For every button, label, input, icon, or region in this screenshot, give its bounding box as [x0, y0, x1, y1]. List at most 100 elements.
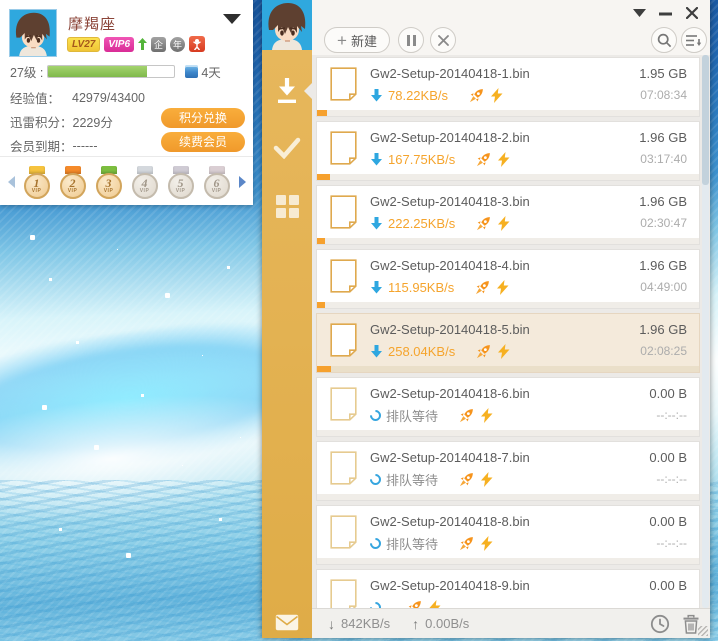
boost-icons	[476, 215, 510, 231]
scrollbar-thumb[interactable]	[702, 55, 709, 185]
progress-bar	[317, 302, 699, 308]
file-icon	[330, 67, 357, 101]
down-arrow-icon	[370, 344, 383, 358]
new-task-button[interactable]: + 新建	[324, 27, 390, 53]
progress-bar	[317, 430, 699, 436]
speedup-rocket-icon[interactable]	[476, 152, 491, 167]
history-clock-button[interactable]	[650, 614, 670, 634]
lightning-icon[interactable]	[481, 535, 493, 551]
download-status-line: 排队等待	[367, 534, 493, 552]
down-arrow-icon	[370, 216, 383, 230]
lightning-icon[interactable]	[491, 87, 503, 103]
speedup-rocket-icon[interactable]	[459, 472, 474, 487]
speedup-rocket-icon[interactable]	[407, 600, 422, 608]
window-close-icon[interactable]	[685, 6, 699, 20]
resize-grip[interactable]	[698, 626, 708, 636]
download-eta: 02:08:25	[640, 344, 687, 358]
pause-icon	[406, 34, 416, 46]
lightning-icon[interactable]	[497, 279, 509, 295]
progress-bar	[317, 494, 699, 500]
progress-bar	[317, 558, 699, 564]
download-size: 0.00 B	[649, 386, 687, 401]
boost-icons	[407, 599, 441, 608]
messages-button[interactable]	[262, 614, 312, 631]
speedup-rocket-icon[interactable]	[469, 88, 484, 103]
total-upload-speed: 0.00B/s	[425, 616, 470, 631]
renew-membership-button[interactable]: 续费会员	[161, 132, 245, 152]
lightning-icon[interactable]	[498, 151, 510, 167]
app-user-avatar[interactable]	[262, 0, 312, 50]
download-speed: 115.95KB/s	[388, 279, 455, 295]
vip-medal-1[interactable]: 1 VIP	[22, 165, 52, 199]
user-avatar[interactable]	[9, 9, 57, 57]
download-row[interactable]: Gw2-Setup-20140418-1.bin 1.95 GB 07:08:3…	[316, 57, 700, 117]
desktop-background: 摩羯座 LV27 VIP6 企 年 27级 : 4天 经验值： 42979/43…	[0, 0, 718, 641]
download-size: 1.95 GB	[639, 66, 687, 81]
waiting-spinner-icon	[367, 535, 384, 551]
vip-medal-4[interactable]: 4 VIP	[130, 165, 160, 199]
vip-medal-6[interactable]: 6 VIP	[202, 165, 232, 199]
boost-icons	[459, 407, 493, 423]
download-name: Gw2-Setup-20140418-1.bin	[370, 66, 530, 81]
sort-button[interactable]	[681, 27, 707, 53]
vip-badge[interactable]: VIP6	[104, 36, 135, 52]
points-row: 迅雷积分： 2229分	[10, 112, 113, 131]
download-row[interactable]: Gw2-Setup-20140418-6.bin 0.00 B --:--:--…	[316, 377, 700, 437]
download-row[interactable]: Gw2-Setup-20140418-7.bin 0.00 B --:--:--…	[316, 441, 700, 501]
download-arrow-icon	[278, 77, 296, 103]
avatar-image	[262, 0, 312, 50]
profile-dropdown-caret-icon[interactable]	[223, 14, 241, 24]
download-row[interactable]: Gw2-Setup-20140418-8.bin 0.00 B --:--:--…	[316, 505, 700, 565]
vip-medal-3[interactable]: 3 VIP	[94, 165, 124, 199]
boost-icons	[475, 279, 509, 295]
window-menu-caret-icon[interactable]	[633, 9, 646, 17]
progress-bar	[317, 110, 699, 116]
waiting-spinner-icon	[367, 471, 384, 487]
plus-icon: +	[337, 30, 347, 50]
medals-next-arrow-icon[interactable]	[238, 176, 246, 188]
download-row[interactable]: Gw2-Setup-20140418-2.bin 1.96 GB 03:17:4…	[316, 121, 700, 181]
vip-medal-5[interactable]: 5 VIP	[166, 165, 196, 199]
year-badge[interactable]: 年	[170, 36, 186, 52]
medals-prev-arrow-icon[interactable]	[7, 176, 15, 188]
vip-medal-2[interactable]: 2 VIP	[58, 165, 88, 199]
download-manager-window: + 新建 Gw2-Setup-20140418-1.bin 1.95 GB 07…	[262, 0, 710, 638]
list-scrollbar[interactable]	[702, 55, 709, 608]
speedup-rocket-icon[interactable]	[459, 408, 474, 423]
download-row[interactable]: Gw2-Setup-20140418-5.bin 1.96 GB 02:08:2…	[316, 313, 700, 373]
speedup-rocket-icon[interactable]	[459, 536, 474, 551]
points-exchange-button[interactable]: 积分兑换	[161, 108, 245, 128]
lightning-icon[interactable]	[498, 215, 510, 231]
enterprise-badge[interactable]: 企	[151, 36, 167, 52]
down-arrow-icon	[370, 152, 383, 166]
lightning-icon[interactable]	[429, 599, 441, 608]
download-row[interactable]: Gw2-Setup-20140418-4.bin 1.96 GB 04:49:0…	[316, 249, 700, 309]
window-minimize-icon[interactable]	[659, 12, 672, 16]
search-button[interactable]	[651, 27, 677, 53]
lightning-icon[interactable]	[481, 407, 493, 423]
waiting-spinner-icon	[367, 407, 384, 423]
clock-icon	[650, 614, 670, 634]
boost-icons	[469, 87, 503, 103]
tab-downloading[interactable]	[262, 68, 312, 112]
pause-all-button[interactable]	[398, 27, 424, 53]
download-row[interactable]: Gw2-Setup-20140418-9.bin 0.00 B	[316, 569, 700, 608]
download-size: 1.96 GB	[639, 194, 687, 209]
search-icon	[657, 33, 671, 47]
download-name: Gw2-Setup-20140418-4.bin	[370, 258, 530, 273]
download-row[interactable]: Gw2-Setup-20140418-3.bin 1.96 GB 02:30:4…	[316, 185, 700, 245]
speedup-rocket-icon[interactable]	[476, 344, 491, 359]
download-name: Gw2-Setup-20140418-7.bin	[370, 450, 530, 465]
speedup-rocket-icon[interactable]	[475, 280, 490, 295]
lightning-icon[interactable]	[498, 343, 510, 359]
speedup-rocket-icon[interactable]	[476, 216, 491, 231]
tab-completed[interactable]	[262, 126, 312, 170]
delete-task-button[interactable]	[430, 27, 456, 53]
lightning-icon[interactable]	[481, 471, 493, 487]
person-badge-icon[interactable]	[189, 36, 206, 52]
username[interactable]: 摩羯座	[68, 13, 116, 34]
level-badge[interactable]: LV27	[67, 36, 101, 52]
waiting-spinner-icon	[367, 599, 384, 608]
boost-icons	[476, 343, 510, 359]
tab-categories[interactable]	[262, 184, 312, 228]
